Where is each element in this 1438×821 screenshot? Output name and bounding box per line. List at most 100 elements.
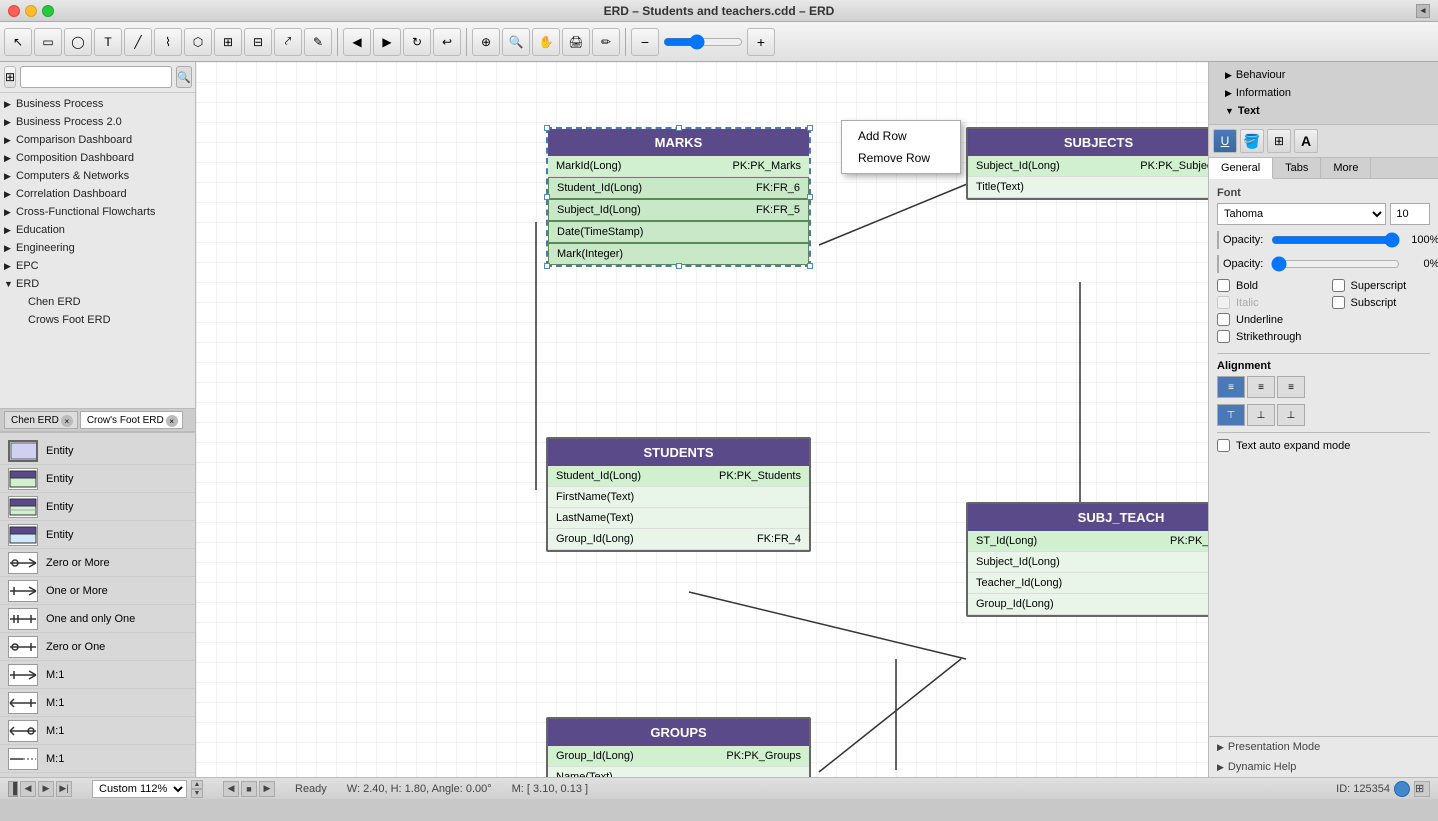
canvas-area[interactable]: Add Row Remove Row MARKS MarkId(Long) PK… bbox=[196, 62, 1208, 777]
subscript-checkbox[interactable] bbox=[1332, 296, 1345, 309]
tab-chen-erd[interactable]: Chen ERD × bbox=[4, 411, 78, 429]
image-tool[interactable]: ⊞ bbox=[214, 28, 242, 56]
font-family-select[interactable]: Tahoma Arial Times New Roman bbox=[1217, 203, 1386, 225]
section-information[interactable]: ▶ Information bbox=[1217, 84, 1430, 102]
connection-tool[interactable]: ⤤ bbox=[274, 28, 302, 56]
color-swatch-2[interactable] bbox=[1217, 255, 1219, 273]
table-row[interactable]: Student_Id(Long) FK:FR_6 bbox=[548, 177, 809, 199]
table-subj-teach[interactable]: SUBJ_TEACH ST_Id(Long) PK:PK_Subj_Teach … bbox=[966, 502, 1208, 617]
nav-forward[interactable]: ▶ bbox=[373, 28, 401, 56]
polyline-tool[interactable]: ⌇ bbox=[154, 28, 182, 56]
select-tool[interactable]: ↖ bbox=[4, 28, 32, 56]
color-swatch-1[interactable] bbox=[1217, 231, 1219, 249]
table-row[interactable]: Subject_Id(Long) FK:FR_3 bbox=[968, 552, 1208, 573]
hand-tool[interactable]: ✋ bbox=[532, 28, 560, 56]
pencil-tool[interactable]: ✏ bbox=[592, 28, 620, 56]
palette-zero-one[interactable]: Zero or One bbox=[0, 633, 195, 661]
tab-more[interactable]: More bbox=[1321, 158, 1371, 178]
table-row[interactable]: Subject_Id(Long) FK:FR_5 bbox=[548, 199, 809, 221]
rp-table-btn[interactable]: ⊞ bbox=[1267, 129, 1291, 153]
minimize-button[interactable] bbox=[25, 5, 37, 17]
zoom-in[interactable]: 🔍 bbox=[502, 28, 530, 56]
tab-close-chen[interactable]: × bbox=[61, 415, 73, 427]
table-row[interactable]: Student_Id(Long) PK:PK_Students bbox=[548, 466, 809, 487]
table-row[interactable]: MarkId(Long) PK:PK_Marks bbox=[548, 156, 809, 177]
table-row[interactable]: Group_Id(Long) FK:FR_4 bbox=[548, 529, 809, 550]
palette-m1-1[interactable]: M:1 bbox=[0, 661, 195, 689]
zoom-out-btn[interactable]: − bbox=[631, 28, 659, 56]
maximize-button[interactable] bbox=[42, 5, 54, 17]
tab-tabs[interactable]: Tabs bbox=[1273, 158, 1321, 178]
palette-m1-2[interactable]: M:1 bbox=[0, 689, 195, 717]
sidebar-item-engineering[interactable]: ▶ Engineering bbox=[0, 239, 195, 257]
palette-m1-3[interactable]: M:1 bbox=[0, 717, 195, 745]
resize-handle-tc[interactable] bbox=[676, 125, 682, 131]
table-row[interactable]: Group_Id(Long) PK:PK_Groups bbox=[548, 746, 809, 767]
align-bottom-btn[interactable]: ⊥ bbox=[1277, 404, 1305, 426]
palette-one-more[interactable]: One or More bbox=[0, 577, 195, 605]
rp-text-btn[interactable]: A bbox=[1294, 129, 1318, 153]
note-tool[interactable]: ✎ bbox=[304, 28, 332, 56]
section-text[interactable]: ▼ Text bbox=[1217, 102, 1430, 120]
sidebar-grid-btn[interactable]: ⊞ bbox=[4, 66, 16, 88]
ellipse-tool[interactable]: ◯ bbox=[64, 28, 92, 56]
palette-entity-3[interactable]: Entity bbox=[0, 493, 195, 521]
table-row[interactable]: Name(Text) bbox=[548, 767, 809, 777]
polygon-tool[interactable]: ⬡ bbox=[184, 28, 212, 56]
resize-handle-bc[interactable] bbox=[676, 263, 682, 269]
status-next-btn[interactable]: ▶ bbox=[38, 781, 54, 797]
zoom-slider[interactable] bbox=[663, 34, 743, 50]
page-nav-icon[interactable]: ▐ bbox=[8, 781, 18, 797]
window-btn[interactable]: ◂ bbox=[1416, 4, 1430, 18]
table-row[interactable]: Title(Text) bbox=[968, 177, 1208, 198]
palette-entity-1[interactable]: Entity bbox=[0, 437, 195, 465]
text-tool[interactable]: T bbox=[94, 28, 122, 56]
presentation-mode-link[interactable]: ▶ Presentation Mode bbox=[1209, 737, 1438, 757]
zoom-select[interactable]: Custom 112% 100% 75% 150% bbox=[92, 780, 187, 798]
nav-refresh[interactable]: ↻ bbox=[403, 28, 431, 56]
table-row[interactable]: Teacher_Id(Long) FK:FR_2 bbox=[968, 573, 1208, 594]
table-row[interactable]: Mark(Integer) bbox=[548, 243, 809, 265]
close-button[interactable] bbox=[8, 5, 20, 17]
palette-m1-4[interactable]: M:1 bbox=[0, 745, 195, 773]
opacity-slider-2[interactable] bbox=[1271, 257, 1400, 271]
rectangle-tool[interactable]: ▭ bbox=[34, 28, 62, 56]
status-last-btn[interactable]: ▶| bbox=[56, 781, 72, 797]
status-resize-btn[interactable]: ⊞ bbox=[1414, 781, 1430, 797]
rp-underline-btn[interactable]: U bbox=[1213, 129, 1237, 153]
resize-handle-tl[interactable] bbox=[544, 125, 550, 131]
zoom-down-arrow[interactable]: ▼ bbox=[191, 789, 203, 798]
sidebar-item-crows-foot-erd[interactable]: Crows Foot ERD bbox=[0, 311, 195, 329]
table-row[interactable]: FirstName(Text) bbox=[548, 487, 809, 508]
sidebar-item-chen-erd[interactable]: Chen ERD bbox=[0, 293, 195, 311]
table-tool[interactable]: ⊟ bbox=[244, 28, 272, 56]
table-row[interactable]: LastName(Text) bbox=[548, 508, 809, 529]
nav-back[interactable]: ◀ bbox=[343, 28, 371, 56]
sidebar-item-business-process-2[interactable]: ▶ Business Process 2.0 bbox=[0, 113, 195, 131]
zoom-select[interactable]: ⊕ bbox=[472, 28, 500, 56]
scroll-right-btn[interactable]: ▶ bbox=[259, 781, 275, 797]
scroll-center-btn[interactable]: ■ bbox=[241, 781, 257, 797]
sidebar-item-crossfunctional[interactable]: ▶ Cross-Functional Flowcharts bbox=[0, 203, 195, 221]
table-row[interactable]: ST_Id(Long) PK:PK_Subj_Teach bbox=[968, 531, 1208, 552]
scroll-left-btn[interactable]: ◀ bbox=[223, 781, 239, 797]
palette-one-only-one[interactable]: One and only One bbox=[0, 605, 195, 633]
print-tool[interactable]: 🖨 bbox=[562, 28, 590, 56]
italic-checkbox[interactable] bbox=[1217, 296, 1230, 309]
rp-paint-btn[interactable]: 🪣 bbox=[1240, 129, 1264, 153]
sidebar-item-business-process[interactable]: ▶ Business Process bbox=[0, 95, 195, 113]
line-tool[interactable]: ╱ bbox=[124, 28, 152, 56]
align-top-btn[interactable]: ⊤ bbox=[1217, 404, 1245, 426]
table-row[interactable]: Date(TimeStamp) bbox=[548, 221, 809, 243]
palette-zero-more[interactable]: Zero or More bbox=[0, 549, 195, 577]
table-students[interactable]: STUDENTS Student_Id(Long) PK:PK_Students… bbox=[546, 437, 811, 552]
font-size-input[interactable] bbox=[1390, 203, 1430, 225]
resize-handle-ml[interactable] bbox=[544, 194, 550, 200]
strikethrough-checkbox[interactable] bbox=[1217, 330, 1230, 343]
superscript-checkbox[interactable] bbox=[1332, 279, 1345, 292]
tab-crows-foot-erd[interactable]: Crow's Foot ERD × bbox=[80, 411, 183, 429]
opacity-slider-1[interactable] bbox=[1271, 233, 1400, 247]
auto-expand-checkbox[interactable] bbox=[1217, 439, 1230, 452]
resize-handle-bl[interactable] bbox=[544, 263, 550, 269]
sidebar-item-epc[interactable]: ▶ EPC bbox=[0, 257, 195, 275]
